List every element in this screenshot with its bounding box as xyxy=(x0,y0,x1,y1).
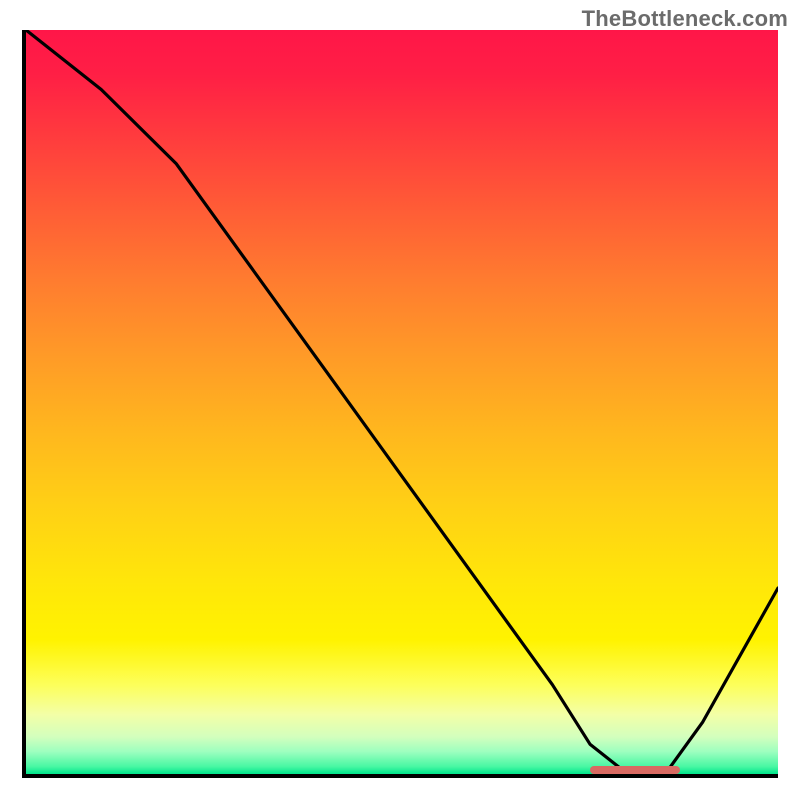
optimal-marker xyxy=(590,766,680,774)
chart-container: TheBottleneck.com xyxy=(0,0,800,800)
attribution-label: TheBottleneck.com xyxy=(582,6,788,32)
bottleneck-curve-path xyxy=(26,30,778,774)
curve-svg xyxy=(26,30,778,774)
plot-area xyxy=(22,30,778,778)
